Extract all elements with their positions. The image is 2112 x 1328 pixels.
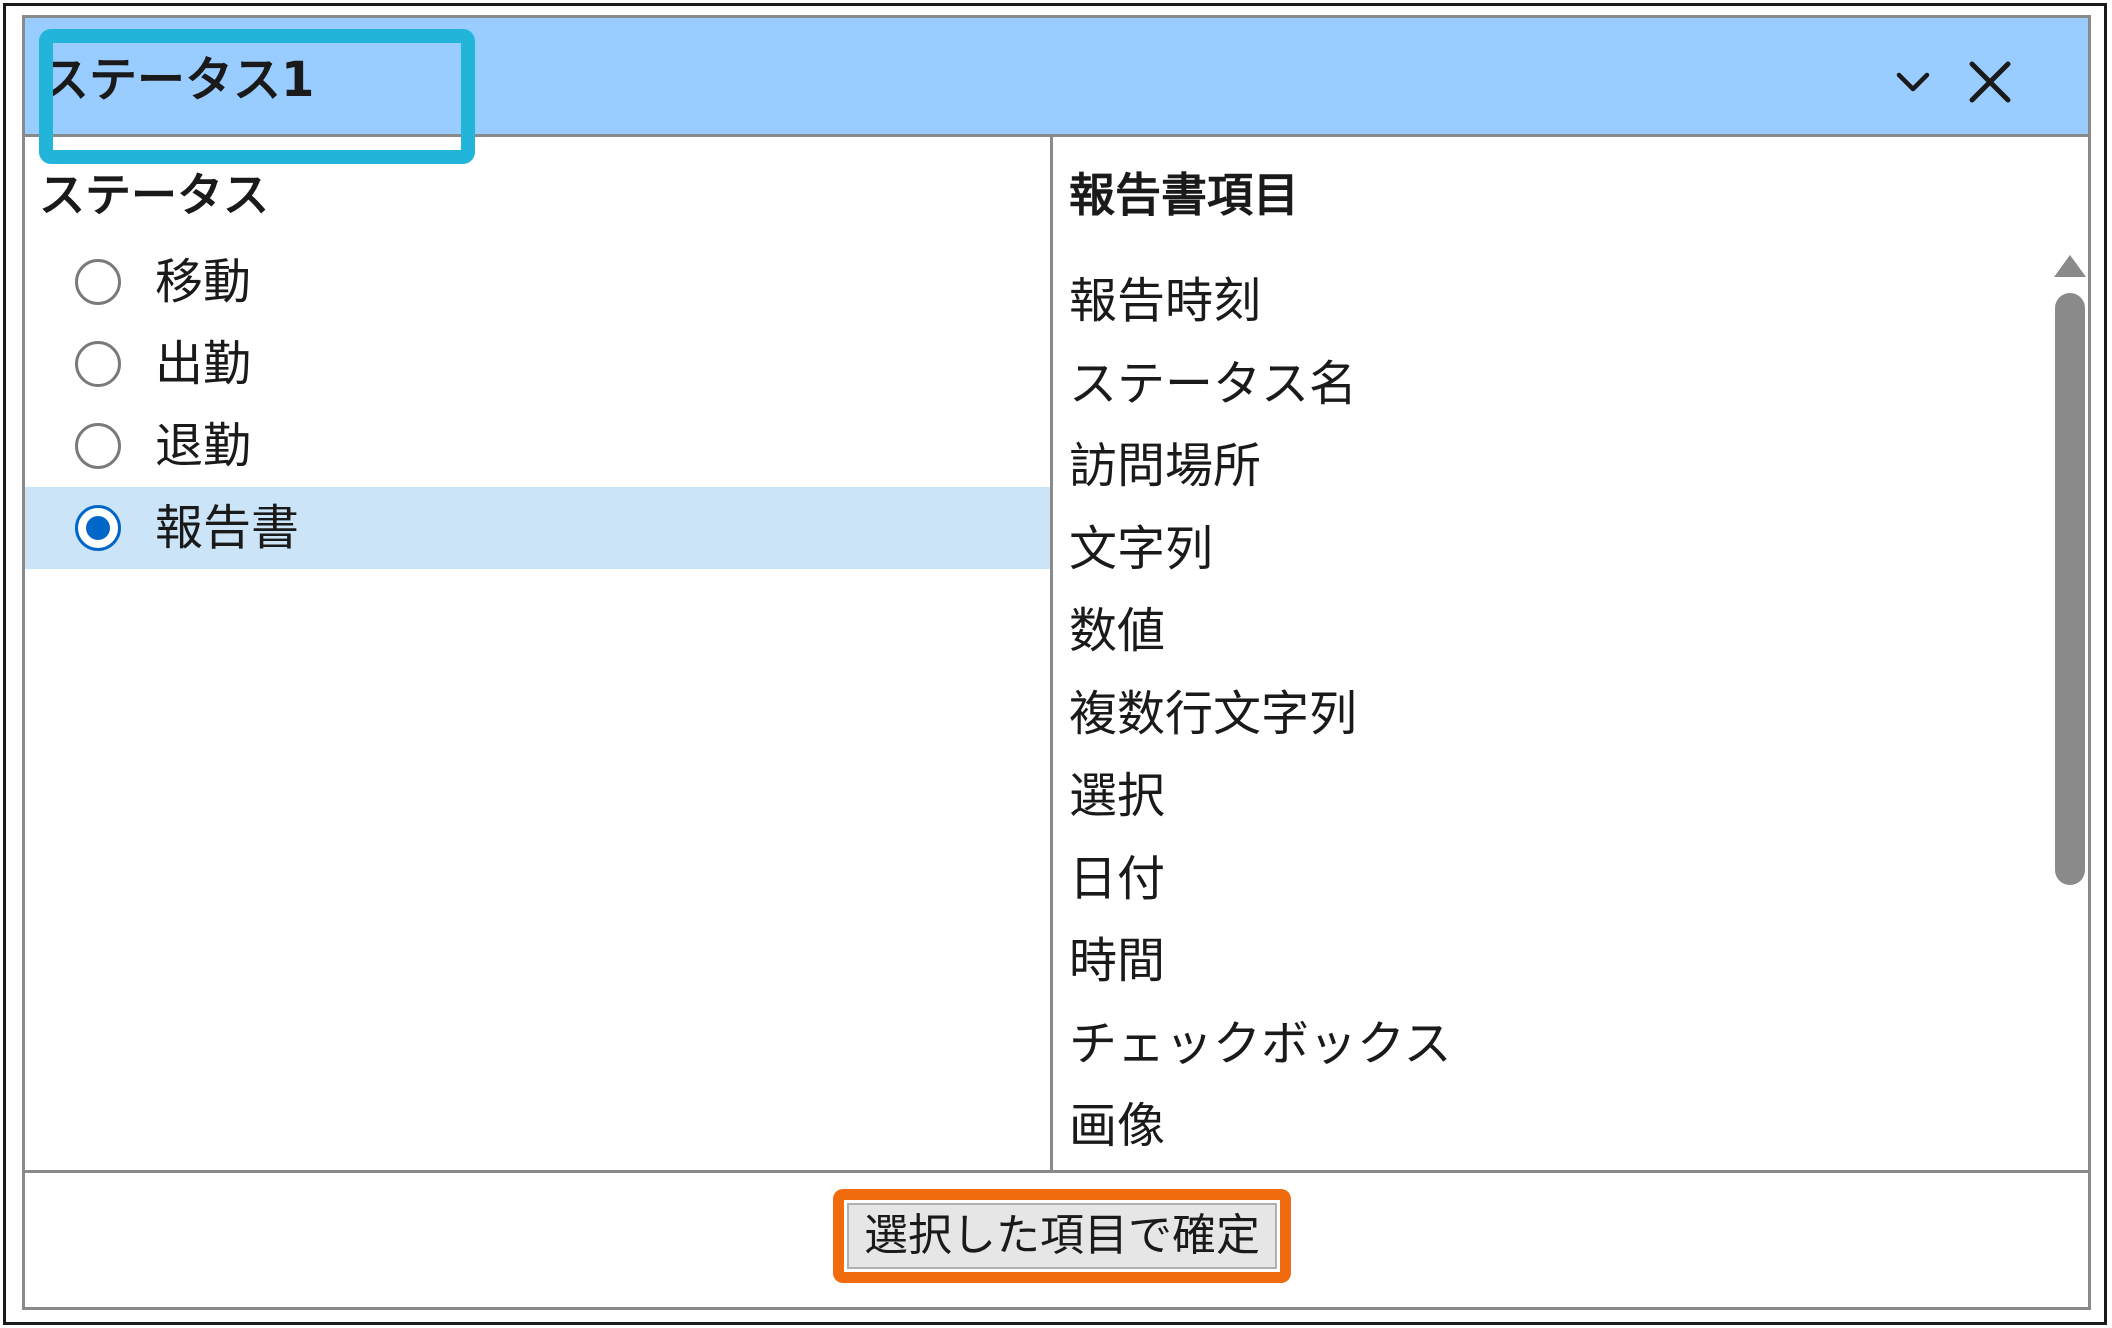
- report-items-header: 報告書項目: [1069, 168, 1299, 222]
- dialog-footer: 選択した項目で確定: [25, 1170, 2088, 1307]
- radio-checked-icon[interactable]: [75, 505, 121, 551]
- report-item[interactable]: チェックボックス: [1056, 1003, 2036, 1086]
- status-option[interactable]: 出勤: [25, 323, 1050, 405]
- report-item[interactable]: 画像: [1056, 1085, 2036, 1168]
- radio-unchecked-icon[interactable]: [75, 341, 121, 387]
- window-title: ステータス1: [41, 52, 315, 108]
- report-items-list[interactable]: 報告時刻 ステータス名 訪問場所 文字列 数値 複数行文字列 選択 日付 時間 チェックボックス画…: [1056, 260, 2036, 1168]
- report-item[interactable]: ステータス名: [1056, 343, 2036, 426]
- vertical-scrollbar[interactable]: [2046, 237, 2086, 1167]
- report-item[interactable]: 訪問場所: [1056, 425, 2036, 508]
- collapse-button[interactable]: [1885, 54, 1941, 110]
- report-item[interactable]: 数値: [1056, 590, 2036, 673]
- scroll-up-arrow-icon[interactable]: [2054, 255, 2086, 277]
- status-dialog: ステータス1 ステータス 移動出勤退勤報告書 報告書項目 報告時刻 ステータス名訪…: [22, 15, 2091, 1310]
- status-option[interactable]: 報告書: [25, 487, 1050, 569]
- confirm-selection-button[interactable]: 選択した項目で確定: [847, 1203, 1277, 1269]
- status-option[interactable]: 移動: [25, 241, 1050, 323]
- chevron-down-icon: [1896, 72, 1930, 92]
- close-icon: [1969, 61, 2011, 103]
- status-pane: ステータス 移動出勤退勤報告書: [25, 137, 1053, 1170]
- status-option-label: 移動: [155, 254, 252, 310]
- status-option-label: 報告書: [155, 500, 300, 556]
- close-button[interactable]: [1962, 54, 2018, 110]
- report-item[interactable]: 文字列: [1056, 508, 2036, 591]
- report-item[interactable]: 選択: [1056, 755, 2036, 838]
- report-item[interactable]: 複数行文字列: [1056, 673, 2036, 756]
- status-radio-list: 移動 出勤 退勤 報告書: [25, 241, 1050, 569]
- report-item[interactable]: 時間: [1056, 920, 2036, 1003]
- report-item[interactable]: 日付: [1056, 838, 2036, 921]
- scroll-thumb[interactable]: [2055, 293, 2085, 885]
- title-bar: ステータス1: [25, 18, 2088, 137]
- radio-unchecked-icon[interactable]: [75, 423, 121, 469]
- radio-unchecked-icon[interactable]: [75, 259, 121, 305]
- status-option-label: 退勤: [155, 418, 252, 474]
- status-option-label: 出勤: [155, 336, 252, 392]
- status-header: ステータス: [39, 168, 269, 222]
- report-item[interactable]: 報告時刻: [1056, 260, 2036, 343]
- status-option[interactable]: 退勤: [25, 405, 1050, 487]
- report-items-pane: 報告書項目 報告時刻 ステータス名 訪問場所 文字列 数値 複数行文字列 選択 日付 時間 チェッ…: [1056, 137, 2088, 1170]
